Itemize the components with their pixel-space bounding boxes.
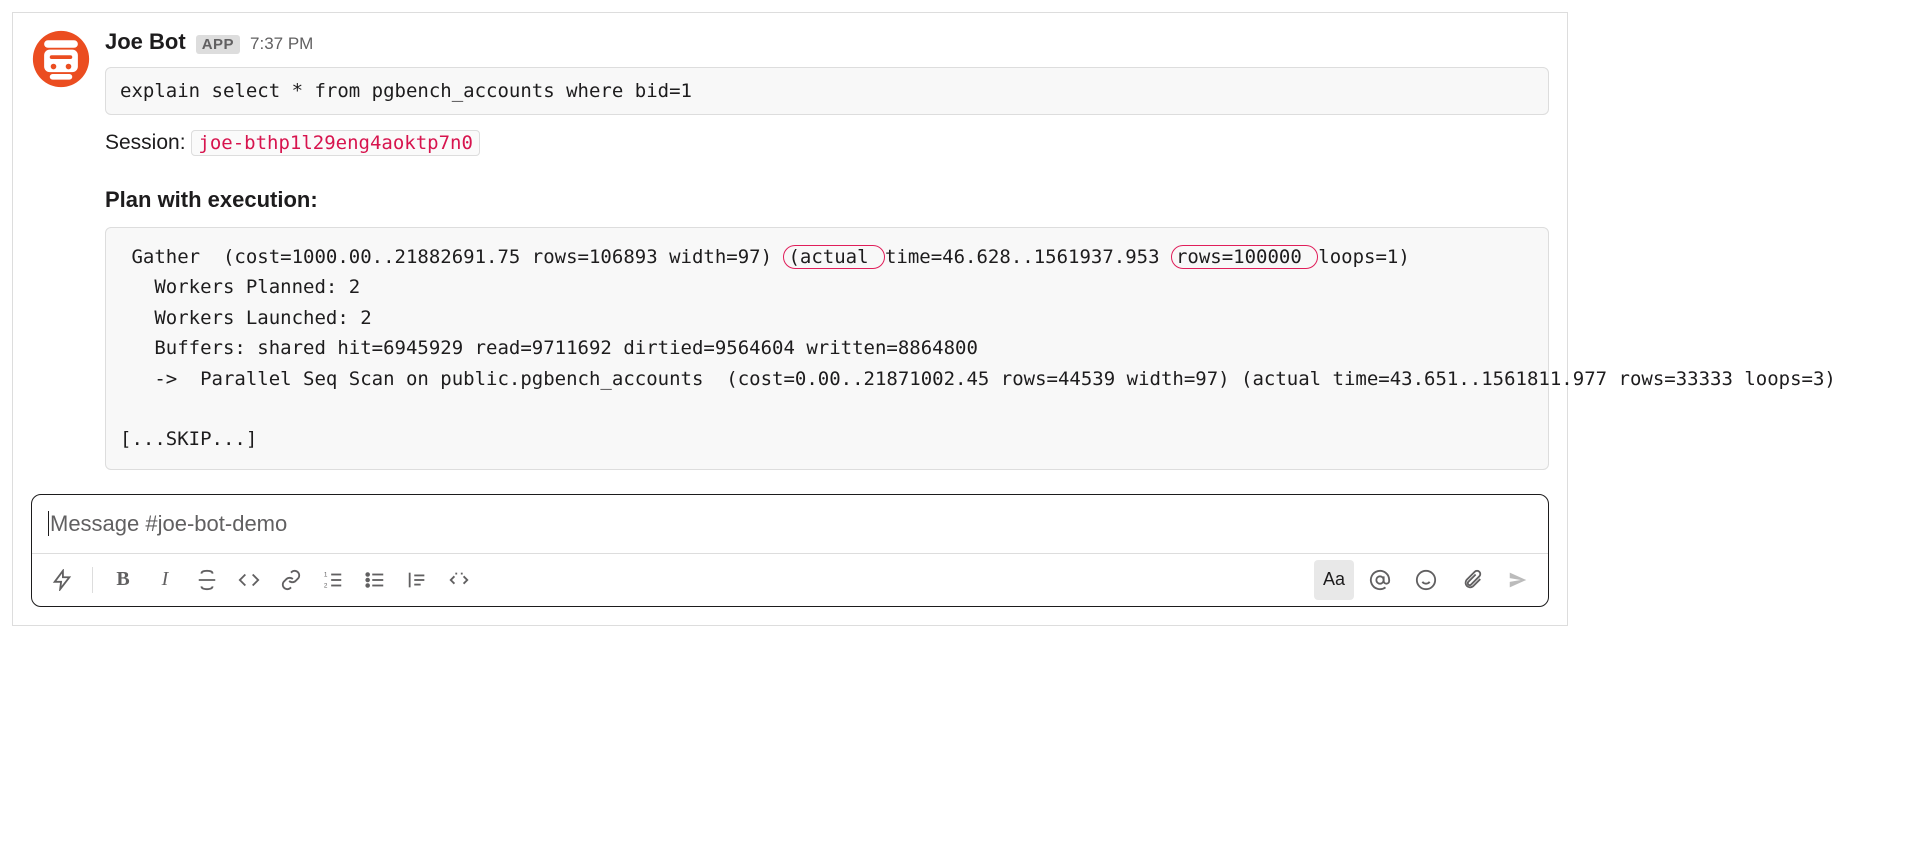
- composer-input[interactable]: Message #joe-bot-demo: [32, 495, 1548, 553]
- at-icon: [1369, 569, 1391, 591]
- message: Joe Bot APP 7:37 PM explain select * fro…: [31, 29, 1549, 470]
- message-composer[interactable]: Message #joe-bot-demo B I: [31, 494, 1549, 607]
- ordered-list-button[interactable]: 12: [313, 560, 353, 600]
- svg-text:1: 1: [324, 571, 328, 578]
- robot-avatar-icon: [31, 29, 91, 89]
- bold-icon: B: [116, 568, 129, 591]
- italic-icon: I: [162, 568, 169, 591]
- format-toggle-button[interactable]: Aa: [1314, 560, 1354, 600]
- blockquote-icon: [406, 569, 428, 591]
- format-toggle-label: Aa: [1323, 569, 1345, 590]
- toolbar-separator: [92, 567, 93, 593]
- sender-name[interactable]: Joe Bot: [105, 29, 186, 55]
- ordered-list-icon: 12: [322, 569, 344, 591]
- plan-line-5: -> Parallel Seq Scan on public.pgbench_a…: [120, 368, 1836, 390]
- italic-button[interactable]: I: [145, 560, 185, 600]
- attach-button[interactable]: [1452, 560, 1492, 600]
- link-icon: [280, 569, 302, 591]
- send-icon: [1507, 569, 1529, 591]
- plan-line-7: [...SKIP...]: [120, 428, 257, 450]
- message-body: Joe Bot APP 7:37 PM explain select * fro…: [105, 29, 1549, 470]
- slack-message-view: Joe Bot APP 7:37 PM explain select * fro…: [12, 12, 1568, 626]
- message-header: Joe Bot APP 7:37 PM: [105, 29, 1549, 55]
- plan-line-3: Workers Launched: 2: [120, 307, 372, 329]
- plan-line-4: Buffers: shared hit=6945929 read=9711692…: [120, 337, 978, 359]
- bold-button[interactable]: B: [103, 560, 143, 600]
- composer-toolbar: B I 12: [32, 553, 1548, 606]
- mention-button[interactable]: [1360, 560, 1400, 600]
- plan-line-1c: loops=1): [1318, 246, 1410, 268]
- command-code-block: explain select * from pgbench_accounts w…: [105, 67, 1549, 115]
- codeblock-button[interactable]: [439, 560, 479, 600]
- code-button[interactable]: [229, 560, 269, 600]
- app-badge: APP: [196, 35, 240, 54]
- smile-icon: [1415, 569, 1437, 591]
- message-timestamp[interactable]: 7:37 PM: [250, 34, 313, 54]
- lightning-icon: [51, 569, 73, 591]
- strikethrough-icon: [196, 569, 218, 591]
- session-line: Session: joe-bthp1l29eng4aoktp7n0: [105, 131, 1549, 155]
- plan-line-1b: time=46.628..1561937.953: [885, 246, 1171, 268]
- svg-text:2: 2: [324, 582, 328, 589]
- bullet-list-icon: [364, 569, 386, 591]
- bullet-list-button[interactable]: [355, 560, 395, 600]
- plan-code-block: Gather (cost=1000.00..21882691.75 rows=1…: [105, 227, 1549, 470]
- highlight-rows: rows=100000: [1171, 245, 1318, 269]
- plan-line-1a: Gather (cost=1000.00..21882691.75 rows=1…: [120, 246, 783, 268]
- plan-title: Plan with execution:: [105, 187, 1549, 213]
- session-id[interactable]: joe-bthp1l29eng4aoktp7n0: [191, 130, 480, 156]
- strike-button[interactable]: [187, 560, 227, 600]
- bot-avatar: [31, 29, 91, 89]
- session-label: Session:: [105, 131, 186, 154]
- shortcuts-button[interactable]: [42, 560, 82, 600]
- emoji-button[interactable]: [1406, 560, 1446, 600]
- plan-line-2: Workers Planned: 2: [120, 276, 360, 298]
- quote-button[interactable]: [397, 560, 437, 600]
- send-button[interactable]: [1498, 560, 1538, 600]
- link-button[interactable]: [271, 560, 311, 600]
- highlight-actual: (actual: [783, 245, 885, 269]
- paperclip-icon: [1461, 569, 1483, 591]
- code-block-icon: [448, 569, 470, 591]
- code-icon: [238, 569, 260, 591]
- composer-placeholder: Message #joe-bot-demo: [50, 511, 287, 536]
